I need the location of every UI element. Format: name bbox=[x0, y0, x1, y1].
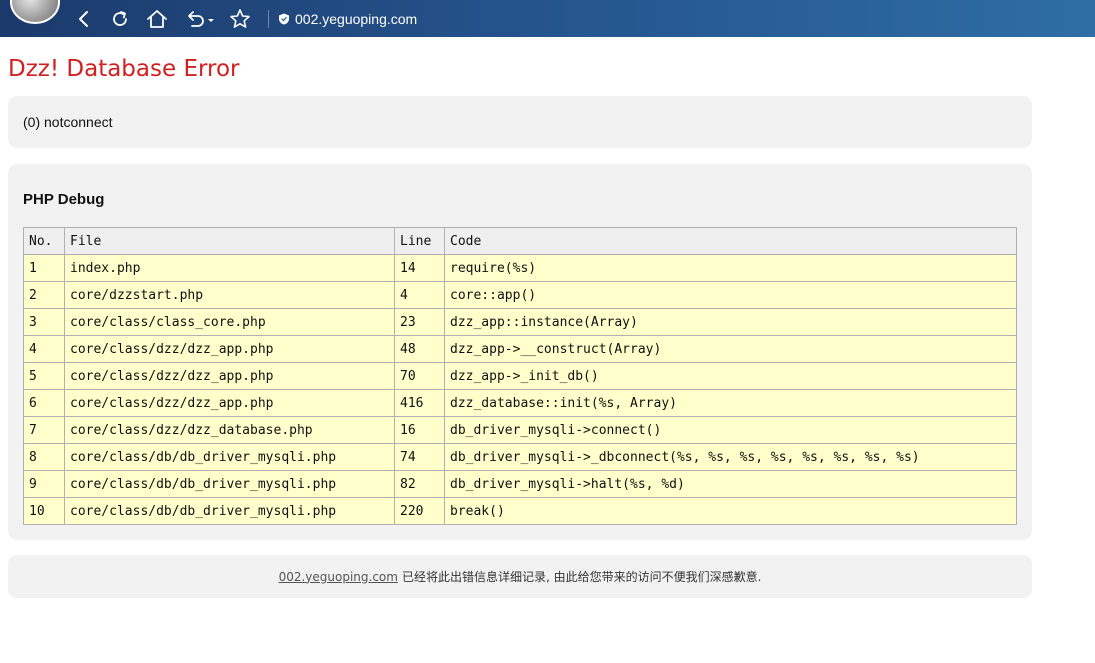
cell-no: 4 bbox=[23, 335, 65, 363]
cell-no: 2 bbox=[23, 281, 65, 309]
cell-no: 7 bbox=[23, 416, 65, 444]
column-header-line: Line bbox=[394, 227, 445, 255]
debug-title: PHP Debug bbox=[23, 191, 105, 208]
cell-code: dzz_database::init(%s, Array) bbox=[444, 389, 1017, 417]
table-row: 3 core/class/class_core.php 23 dzz_app::… bbox=[23, 308, 1017, 336]
home-icon bbox=[147, 10, 167, 28]
refresh-button[interactable] bbox=[109, 8, 131, 30]
cell-line: 48 bbox=[394, 335, 445, 363]
cell-code: dzz_app->_init_db() bbox=[444, 362, 1017, 390]
cell-line: 16 bbox=[394, 416, 445, 444]
table-row: 2 core/dzzstart.php 4 core::app() bbox=[23, 281, 1017, 309]
cell-file: core/class/dzz/dzz_app.php bbox=[64, 335, 395, 363]
browser-toolbar: 002.yeguoping.com bbox=[0, 0, 1095, 37]
cell-line: 14 bbox=[394, 254, 445, 282]
footer-site-link[interactable]: 002.yeguoping.com bbox=[279, 570, 398, 584]
cell-line: 23 bbox=[394, 308, 445, 336]
table-row: 4 core/class/dzz/dzz_app.php 48 dzz_app-… bbox=[23, 335, 1017, 363]
trace-table: No. File Line Code 1 index.php 14 requir… bbox=[23, 227, 1017, 525]
address-url: 002.yeguoping.com bbox=[295, 11, 418, 27]
cell-line: 82 bbox=[394, 470, 445, 498]
table-header-row: No. File Line Code bbox=[23, 227, 1017, 255]
table-row: 7 core/class/dzz/dzz_database.php 16 db_… bbox=[23, 416, 1017, 444]
cell-file: core/class/db/db_driver_mysqli.php bbox=[64, 470, 395, 498]
address-bar[interactable]: 002.yeguoping.com bbox=[278, 9, 417, 29]
cell-file: core/class/class_core.php bbox=[64, 308, 395, 336]
column-header-file: File bbox=[64, 227, 395, 255]
table-row: 6 core/class/dzz/dzz_app.php 416 dzz_dat… bbox=[23, 389, 1017, 417]
cell-code: db_driver_mysqli->halt(%s, %d) bbox=[444, 470, 1017, 498]
cell-no: 6 bbox=[23, 389, 65, 417]
cell-file: index.php bbox=[64, 254, 395, 282]
cell-line: 74 bbox=[394, 443, 445, 471]
cell-code: db_driver_mysqli->_dbconnect(%s, %s, %s,… bbox=[444, 443, 1017, 471]
table-row: 8 core/class/db/db_driver_mysqli.php 74 … bbox=[23, 443, 1017, 471]
column-header-code: Code bbox=[444, 227, 1017, 255]
cell-code: break() bbox=[444, 497, 1017, 525]
favorite-button[interactable] bbox=[229, 8, 251, 30]
cell-code: dzz_app->__construct(Array) bbox=[444, 335, 1017, 363]
cell-no: 1 bbox=[23, 254, 65, 282]
debug-box: PHP Debug No. File Line Code 1 index.php… bbox=[8, 164, 1032, 540]
cell-no: 5 bbox=[23, 362, 65, 390]
avatar[interactable] bbox=[10, 0, 60, 24]
undo-button[interactable] bbox=[184, 8, 218, 30]
cell-file: core/class/dzz/dzz_database.php bbox=[64, 416, 395, 444]
cell-code: dzz_app::instance(Array) bbox=[444, 308, 1017, 336]
error-message: (0) notconnect bbox=[23, 114, 113, 130]
column-header-no: No. bbox=[23, 227, 65, 255]
table-row: 9 core/class/db/db_driver_mysqli.php 82 … bbox=[23, 470, 1017, 498]
cell-file: core/dzzstart.php bbox=[64, 281, 395, 309]
cell-code: require(%s) bbox=[444, 254, 1017, 282]
refresh-icon bbox=[113, 11, 127, 26]
cell-file: core/class/db/db_driver_mysqli.php bbox=[64, 497, 395, 525]
cell-code: core::app() bbox=[444, 281, 1017, 309]
cell-file: core/class/dzz/dzz_app.php bbox=[64, 389, 395, 417]
undo-icon bbox=[188, 11, 214, 27]
page-title: Dzz! Database Error bbox=[8, 56, 240, 82]
cell-file: core/class/dzz/dzz_app.php bbox=[64, 362, 395, 390]
cell-no: 3 bbox=[23, 308, 65, 336]
cell-no: 9 bbox=[23, 470, 65, 498]
table-row: 1 index.php 14 require(%s) bbox=[23, 254, 1017, 282]
star-icon bbox=[230, 9, 250, 28]
cell-no: 8 bbox=[23, 443, 65, 471]
table-row: 5 core/class/dzz/dzz_app.php 70 dzz_app-… bbox=[23, 362, 1017, 390]
cell-no: 10 bbox=[23, 497, 65, 525]
cell-line: 220 bbox=[394, 497, 445, 525]
cell-file: core/class/db/db_driver_mysqli.php bbox=[64, 443, 395, 471]
table-row: 10 core/class/db/db_driver_mysqli.php 22… bbox=[23, 497, 1017, 525]
cell-code: db_driver_mysqli->connect() bbox=[444, 416, 1017, 444]
home-button[interactable] bbox=[146, 8, 168, 30]
toolbar-divider bbox=[268, 10, 269, 28]
cell-line: 4 bbox=[394, 281, 445, 309]
page-content: Dzz! Database Error (0) notconnect PHP D… bbox=[8, 37, 1032, 598]
footer-apology-text: 已经将此出错信息详细记录, 由此给您带来的访问不便我们深感歉意. bbox=[401, 570, 762, 584]
error-message-box: (0) notconnect bbox=[8, 96, 1032, 148]
footer-box: 002.yeguoping.com 已经将此出错信息详细记录, 由此给您带来的访… bbox=[8, 555, 1032, 598]
shield-icon bbox=[279, 13, 289, 25]
chevron-left-icon bbox=[79, 11, 88, 27]
cell-line: 416 bbox=[394, 389, 445, 417]
back-button[interactable] bbox=[73, 8, 95, 30]
cell-line: 70 bbox=[394, 362, 445, 390]
